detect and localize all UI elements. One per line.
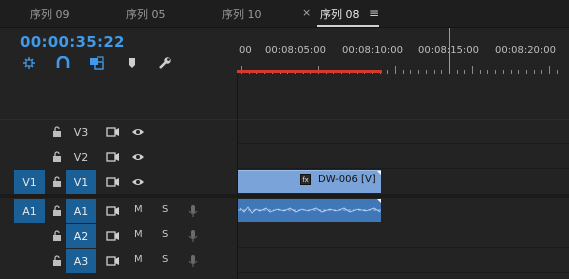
eye-icon[interactable] [131,151,145,163]
fx-badge: fx [300,174,311,185]
solo-button[interactable]: S [162,254,168,265]
lock-icon[interactable] [51,126,63,138]
track-area-a3[interactable] [238,249,569,273]
sync-lock-icon[interactable] [106,205,120,217]
video-clip[interactable]: fx DW-006 [V] [238,170,381,193]
ruler-label: 00:08:05:00 [265,45,327,56]
track-target-a1[interactable]: A1 [66,199,96,223]
mute-button[interactable]: M [134,229,143,240]
track-v2: V2 [0,145,569,169]
ruler-tick [402,70,404,74]
solo-button[interactable]: S [162,204,168,215]
microphone-icon[interactable] [186,230,200,242]
tab-sequence-10[interactable]: 序列 10 [222,6,262,24]
ruler-tick [395,66,396,74]
eye-icon[interactable] [131,176,145,188]
track-header-a2: A2 M S [0,224,237,248]
time-ruler[interactable]: 00 00:08:05:00 00:08:10:00 00:08:15:00 0… [237,28,569,74]
ruler-tick [510,70,512,74]
track-header-v2: V2 [0,145,237,169]
ruler-label: 00:08:20:00 [495,45,557,56]
track-v3: V3 [0,120,569,144]
ruler-tick [487,70,489,74]
lock-icon[interactable] [51,230,63,242]
ruler-tick [549,66,550,74]
ruler-tick [472,66,473,74]
ruler-tick [479,70,481,74]
ruler-tick [441,70,443,74]
sync-lock-icon[interactable] [106,255,120,267]
ruler-tick [387,70,389,74]
lock-icon[interactable] [51,151,63,163]
mute-button[interactable]: M [134,204,143,215]
ruler-tick [525,70,527,74]
track-target-v2[interactable]: V2 [66,145,96,169]
track-header-v1: V1 V1 [0,170,237,194]
ruler-tick [425,70,427,74]
microphone-icon[interactable] [186,205,200,217]
tab-sequence-08[interactable]: 序列 08 [320,6,360,24]
track-target-a3[interactable]: A3 [66,249,96,273]
track-a3: A3 M S [0,249,569,273]
insert-overwrite-icon[interactable] [20,54,38,72]
audio-waveform [238,206,381,214]
ruler-tick [433,70,435,74]
track-target-a2[interactable]: A2 [66,224,96,248]
track-header-v3: V3 [0,120,237,144]
tab-sequence-05[interactable]: 序列 05 [126,6,166,24]
work-area-bar[interactable] [237,70,382,73]
playhead-timecode[interactable]: 00:00:35:22 [20,33,125,51]
video-audio-separator[interactable] [0,194,569,198]
lock-icon[interactable] [51,255,63,267]
clip-name: DW-006 [V] [318,174,376,185]
ruler-tick [518,70,520,74]
active-tab-underline [317,25,379,27]
clip-end-marker [377,199,381,203]
track-header-a1: A1 A1 M S [0,199,237,223]
ruler-label: 00 [239,45,252,56]
snap-icon[interactable] [54,54,72,72]
lock-icon[interactable] [51,205,63,217]
ruler-tick [502,70,504,74]
ruler-label: 00:08:10:00 [342,45,404,56]
sync-lock-icon[interactable] [106,230,120,242]
tab-sequence-09[interactable]: 序列 09 [30,6,70,24]
ruler-tick [533,70,535,74]
ruler-tick [456,70,458,74]
track-a2: A2 M S [0,224,569,248]
sync-lock-icon[interactable] [106,151,120,163]
ruler-tick [541,70,543,74]
wrench-icon[interactable] [156,54,174,72]
track-target-v3[interactable]: V3 [66,120,96,144]
ruler-tick [418,70,420,74]
ruler-tick [495,70,497,74]
track-area-v2[interactable] [238,145,569,169]
tab-close-icon[interactable]: × [302,6,311,19]
sync-lock-icon[interactable] [106,176,120,188]
solo-button[interactable]: S [162,229,168,240]
mute-button[interactable]: M [134,254,143,265]
panel-menu-icon[interactable]: ≡ [369,6,379,20]
audio-clip[interactable] [238,199,381,222]
lock-icon[interactable] [51,176,63,188]
track-target-v1[interactable]: V1 [66,170,96,194]
sync-lock-icon[interactable] [106,126,120,138]
ruler-tick [556,70,558,74]
linked-selection-icon[interactable] [88,54,106,72]
ruler-tick [410,70,412,74]
playhead-line[interactable] [449,28,450,74]
track-area-a2[interactable] [238,224,569,248]
ruler-tick [464,70,466,74]
track-header-a3: A3 M S [0,249,237,273]
source-patch-a1[interactable]: A1 [14,199,45,223]
source-patch-v1[interactable]: V1 [14,170,45,194]
eye-icon[interactable] [131,126,145,138]
clip-end-marker [377,171,381,175]
add-marker-icon[interactable] [123,54,141,72]
sequence-tab-bar: 序列 09 序列 05 序列 10 × 序列 08 ≡ [0,0,569,28]
track-area-v3[interactable] [238,120,569,144]
microphone-icon[interactable] [186,255,200,267]
